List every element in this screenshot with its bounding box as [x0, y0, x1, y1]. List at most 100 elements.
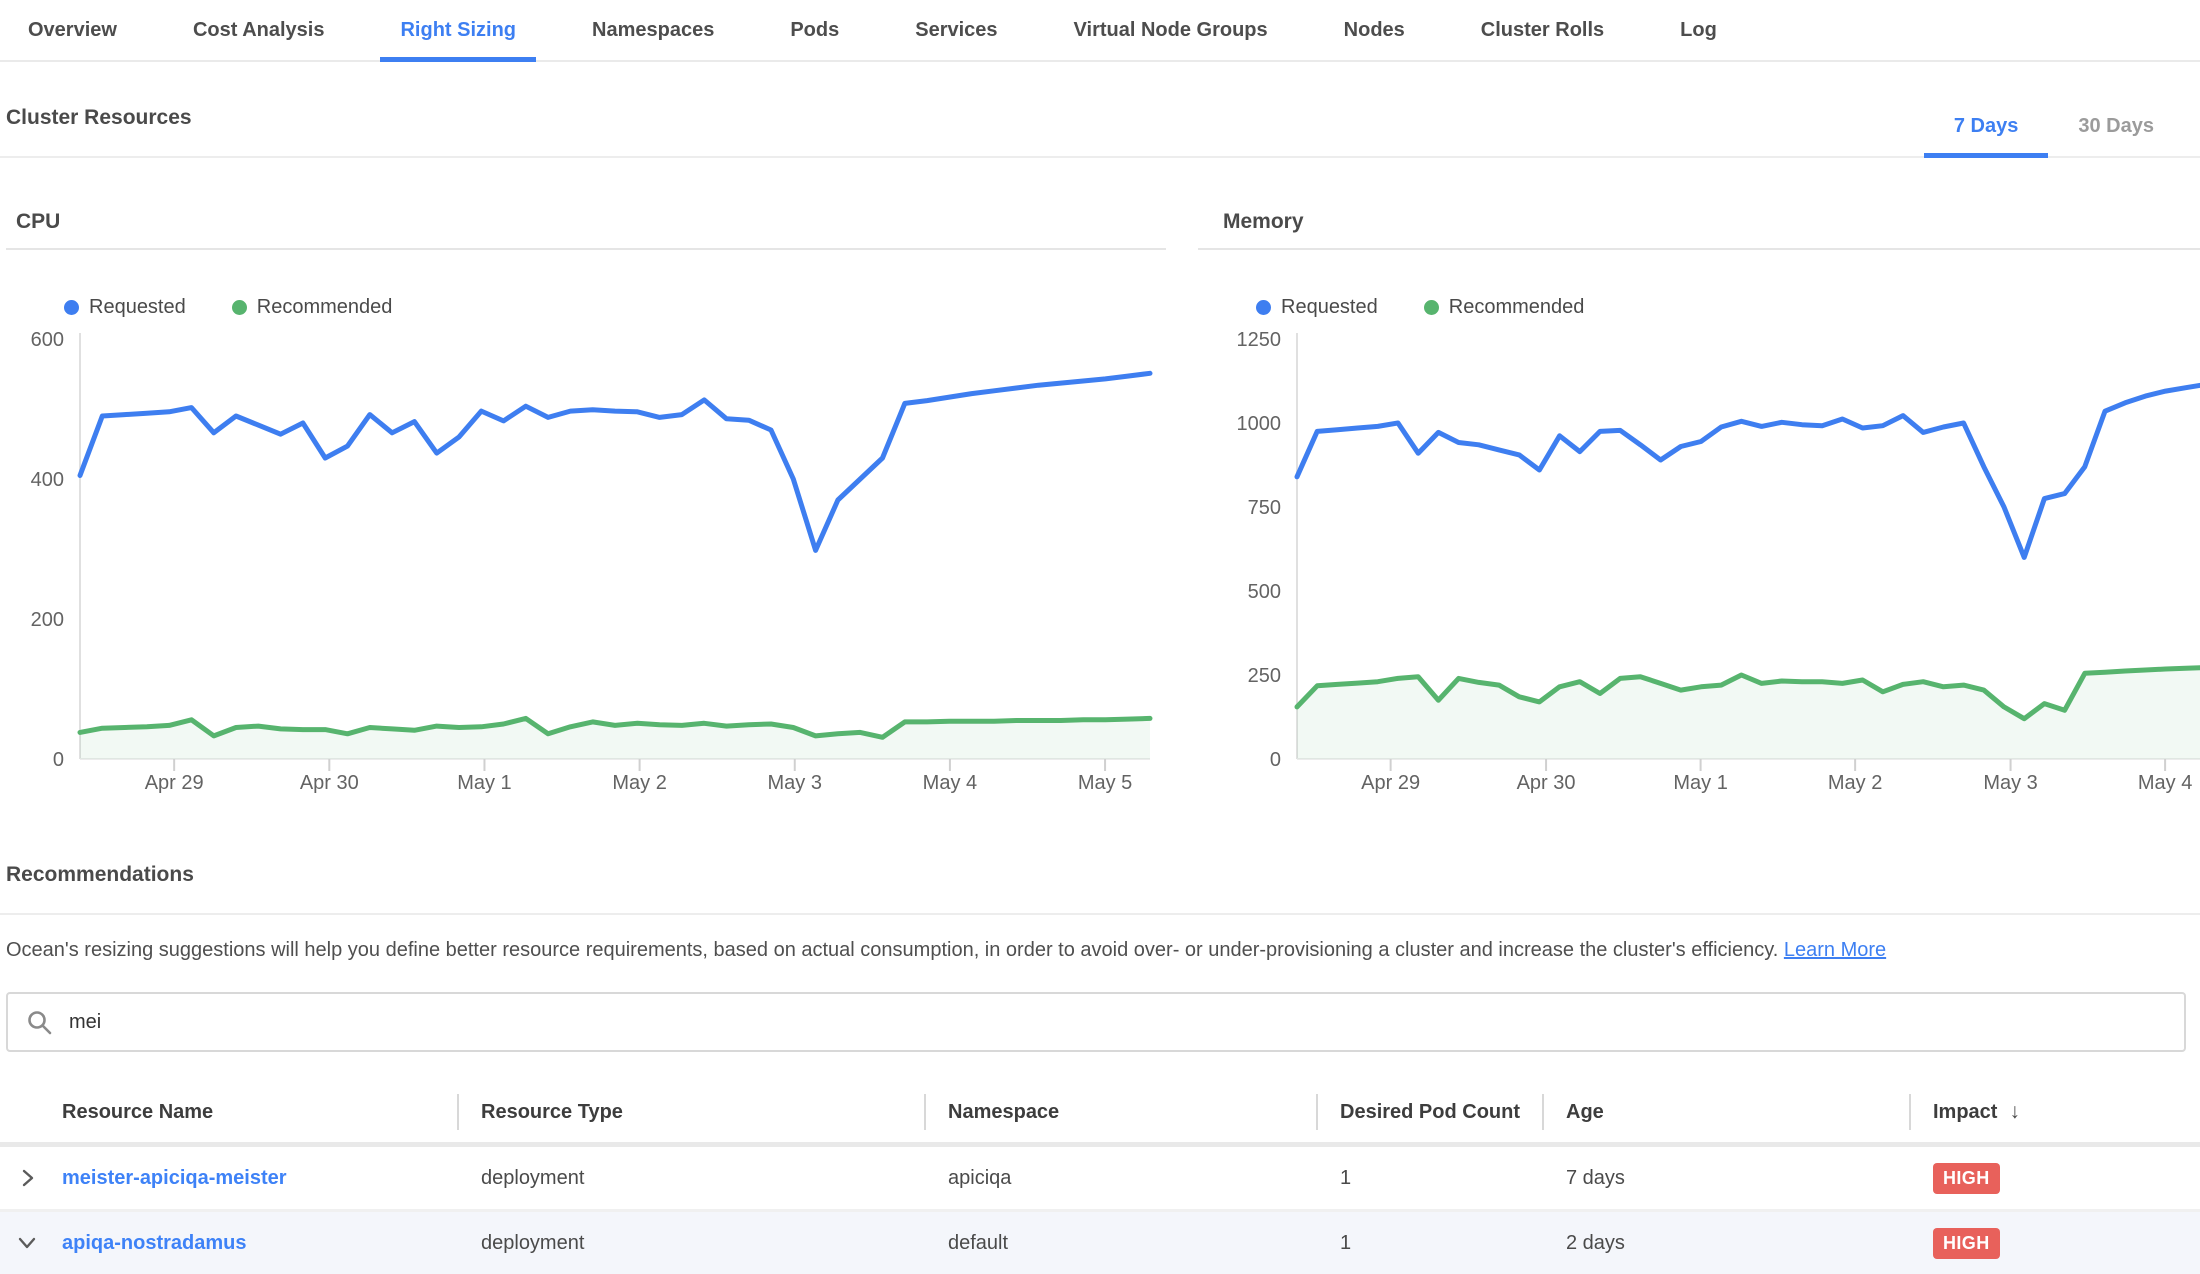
column-header-namespace[interactable]: Namespace — [924, 1082, 1316, 1145]
tab-virtual-node-groups[interactable]: Virtual Node Groups — [1054, 0, 1288, 60]
age-cell: 7 days — [1542, 1145, 1909, 1211]
column-header-label: Resource Name — [62, 1101, 213, 1123]
requested-line — [80, 373, 1150, 550]
recommended-legend-dot-icon — [1424, 300, 1439, 315]
y-tick-label: 250 — [1248, 665, 1281, 687]
memory-chart-legend: Requested Recommended — [1256, 296, 2200, 319]
impact-badge: HIGH — [1933, 1163, 2000, 1194]
cpu-chart-legend: Requested Recommended — [64, 296, 1166, 319]
table-header-row: Resource Name Resource Type Namespace Desir… — [0, 1082, 2200, 1145]
y-tick-label: 400 — [31, 469, 64, 491]
tab-namespaces[interactable]: Namespaces — [572, 0, 734, 60]
chevron-down-icon[interactable] — [16, 1232, 62, 1254]
y-tick-label: 1250 — [1237, 329, 1282, 351]
tab-right-sizing[interactable]: Right Sizing — [380, 0, 536, 60]
tab-services[interactable]: Services — [895, 0, 1017, 60]
recommended-area — [1297, 668, 2200, 759]
resource-name-link[interactable]: apiqa-nostradamus — [62, 1232, 246, 1255]
y-tick-label: 750 — [1248, 497, 1281, 519]
legend-item-recommended: Recommended — [232, 296, 393, 319]
range-tab-30-days[interactable]: 30 Days — [2048, 115, 2184, 156]
y-tick-label: 600 — [31, 329, 64, 351]
legend-label: Recommended — [1449, 296, 1585, 319]
memory-chart: 125010007505002500Apr 29Apr 30May 1May 2… — [1198, 325, 2200, 795]
x-tick-label: May 2 — [1828, 772, 1882, 794]
namespace-cell: default — [924, 1211, 1316, 1274]
memory-chart-section: Memory RequestedRecommended 125010007505… — [1198, 210, 2200, 795]
recommended-legend-dot-icon — [232, 300, 247, 315]
column-header-age[interactable]: Age — [1542, 1082, 1909, 1145]
column-header-label: Namespace — [948, 1101, 1059, 1123]
x-tick-label: May 4 — [2138, 772, 2192, 794]
resource-type-cell: deployment — [457, 1145, 924, 1211]
requested-legend-dot-icon — [64, 300, 79, 315]
column-header-resource-type[interactable]: Resource Type — [457, 1082, 924, 1145]
cpu-chart: 6004002000Apr 29Apr 30May 1May 2May 3May… — [6, 325, 1166, 795]
resource-name-cell: apiqa-nostradamus — [0, 1211, 457, 1274]
recommendations-description: Ocean's resizing suggestions will help y… — [0, 939, 2200, 962]
column-header-resource-name[interactable]: Resource Name — [0, 1082, 457, 1145]
recommendations-description-text: Ocean's resizing suggestions will help y… — [6, 939, 1778, 961]
legend-label: Recommended — [257, 296, 393, 319]
y-tick-label: 0 — [1270, 749, 1281, 771]
cluster-resources-title: Cluster Resources — [6, 106, 192, 156]
x-tick-label: May 5 — [1078, 772, 1132, 794]
legend-item-recommended: Recommended — [1424, 296, 1585, 319]
x-tick-label: Apr 29 — [145, 772, 204, 794]
recommendations-title: Recommendations — [6, 863, 2200, 913]
top-nav: Overview Cost Analysis Right Sizing Namespa… — [0, 0, 2200, 62]
requested-legend-dot-icon — [1256, 300, 1271, 315]
requested-line — [1297, 384, 2200, 557]
column-header-label: Desired Pod Count — [1340, 1101, 1520, 1123]
cpu-chart-title: CPU — [6, 210, 1166, 250]
impact-badge: HIGH — [1933, 1228, 2000, 1259]
x-tick-label: May 1 — [1673, 772, 1727, 794]
search-input[interactable] — [67, 1010, 2184, 1035]
tab-log[interactable]: Log — [1660, 0, 1737, 60]
chevron-right-icon[interactable] — [16, 1167, 62, 1189]
legend-label: Requested — [1281, 296, 1378, 319]
age-cell: 2 days — [1542, 1211, 1909, 1274]
x-tick-label: May 3 — [1983, 772, 2037, 794]
x-tick-label: Apr 30 — [300, 772, 359, 794]
tab-overview[interactable]: Overview — [8, 0, 137, 60]
resource-name-cell: meister-apiciqa-meister — [0, 1145, 457, 1211]
cpu-chart-section: CPU RequestedRecommended 6004002000Apr 2… — [6, 210, 1166, 795]
time-range-toggle: 7 Days30 Days — [1924, 115, 2200, 156]
x-tick-label: Apr 30 — [1517, 772, 1576, 794]
search-box[interactable] — [6, 992, 2186, 1052]
tab-cost-analysis[interactable]: Cost Analysis — [173, 0, 345, 60]
x-tick-label: May 2 — [612, 772, 666, 794]
legend-item-requested: Requested — [64, 296, 186, 319]
column-header-desired-pod-count[interactable]: Desired Pod Count — [1316, 1082, 1542, 1145]
column-header-impact[interactable]: Impact ↓ — [1909, 1082, 2200, 1145]
column-header-label: Age — [1566, 1101, 1604, 1123]
resource-name-link[interactable]: meister-apiciqa-meister — [62, 1167, 287, 1190]
tab-cluster-rolls[interactable]: Cluster Rolls — [1461, 0, 1624, 60]
recommendations-table: Resource Name Resource Type Namespace Desir… — [0, 1082, 2200, 1274]
table-row[interactable]: meister-apiciqa-meister deploymentapiciqa… — [0, 1145, 2200, 1211]
y-tick-label: 0 — [53, 749, 64, 771]
desired-pod-count-cell: 1 — [1316, 1145, 1542, 1211]
desired-pod-count-cell: 1 — [1316, 1211, 1542, 1274]
tab-pods[interactable]: Pods — [770, 0, 859, 60]
x-tick-label: May 1 — [457, 772, 511, 794]
cluster-resources-header: Cluster Resources 7 Days30 Days — [0, 106, 2200, 158]
learn-more-link[interactable]: Learn More — [1784, 939, 1886, 961]
impact-cell: HIGH — [1909, 1211, 2200, 1274]
tab-nodes[interactable]: Nodes — [1324, 0, 1425, 60]
legend-item-requested: Requested — [1256, 296, 1378, 319]
memory-chart-title: Memory — [1198, 210, 2200, 250]
x-tick-label: Apr 29 — [1361, 772, 1420, 794]
x-tick-label: May 4 — [923, 772, 977, 794]
table-row[interactable]: apiqa-nostradamus deploymentdefault12 day… — [0, 1211, 2200, 1274]
impact-cell: HIGH — [1909, 1145, 2200, 1211]
range-tab-7-days[interactable]: 7 Days — [1924, 115, 2049, 156]
x-tick-label: May 3 — [768, 772, 822, 794]
y-tick-label: 500 — [1248, 581, 1281, 603]
namespace-cell: apiciqa — [924, 1145, 1316, 1211]
resource-type-cell: deployment — [457, 1211, 924, 1274]
column-header-label: Impact — [1933, 1101, 1997, 1123]
arrow-down-icon: ↓ — [2009, 1100, 2020, 1123]
legend-label: Requested — [89, 296, 186, 319]
